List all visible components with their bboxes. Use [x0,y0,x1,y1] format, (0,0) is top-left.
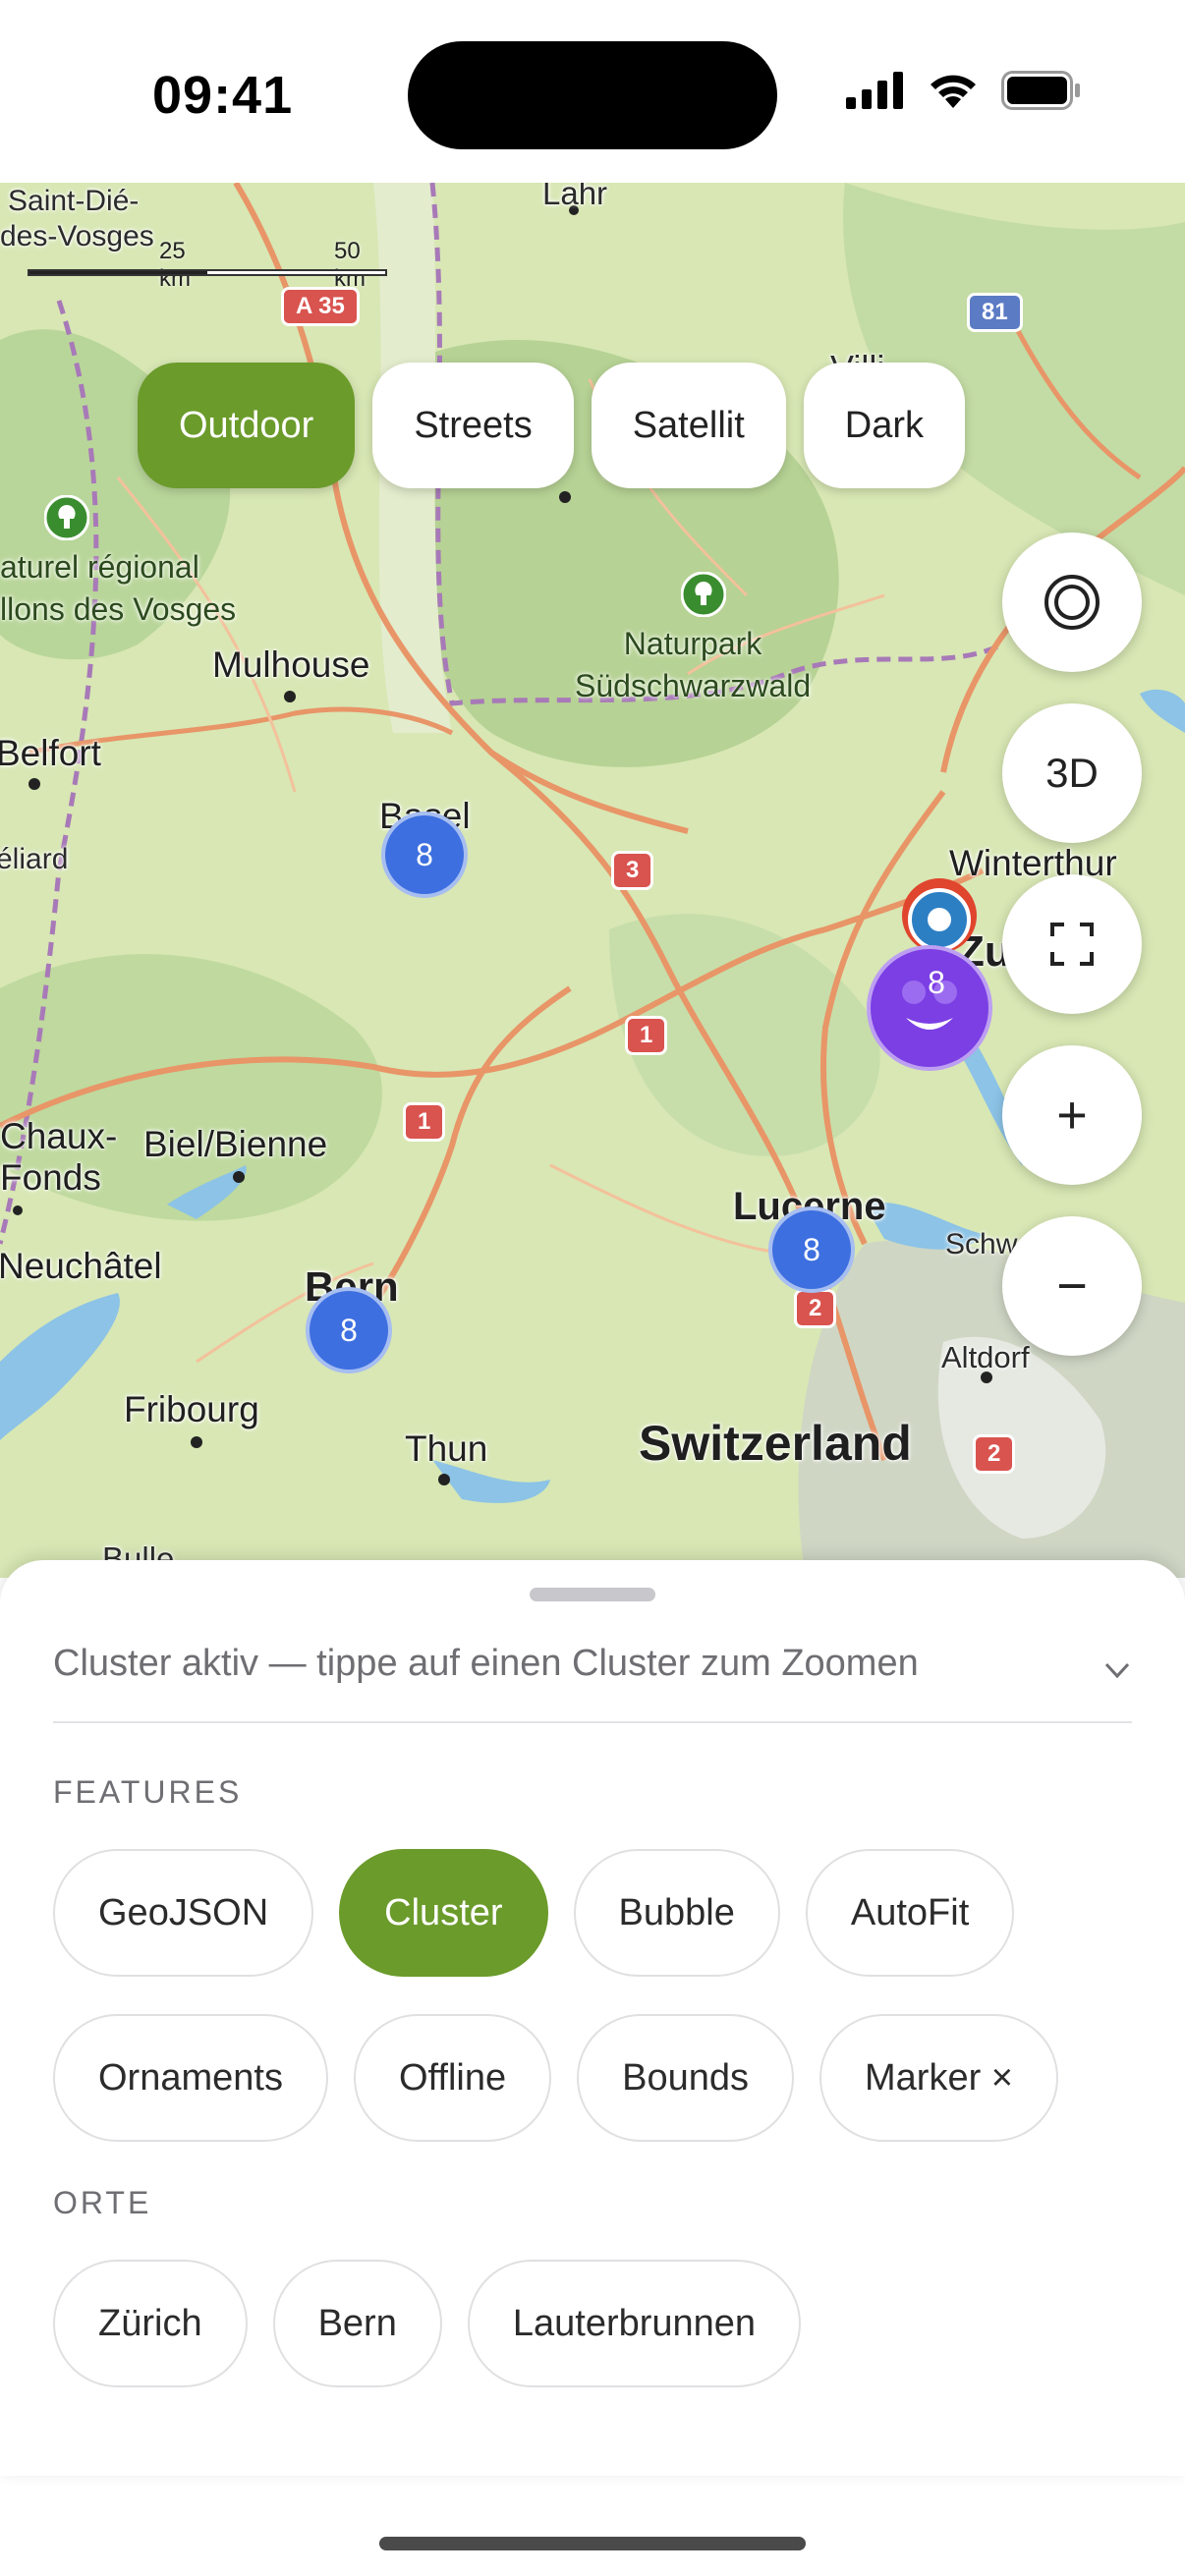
map-label-schw: Schw [945,1228,1018,1260]
user-location-marker[interactable] [908,888,971,951]
chip-place-lauterbrunnen[interactable]: Lauterbrunnen [467,2260,802,2387]
map-label-neuchatel: Neuchâtel [0,1246,162,1286]
sheet-grabber[interactable] [530,1588,655,1601]
chip-bubble[interactable]: Bubble [573,1849,780,1977]
cluster-marker-lucerne[interactable]: 8 [768,1206,855,1293]
map-label-naturpark: Naturpark Südschwarzwald [575,623,811,707]
park-label-line1: aturel régional [0,549,199,585]
road-shield-1: 1 [625,1016,668,1055]
road-shield-81: 81 [967,293,1023,332]
style-tab-satellit[interactable]: Satellit [591,363,786,488]
map-label-chaux: Chaux- Fonds [0,1116,117,1199]
chip-cluster[interactable]: Cluster [339,1849,548,1977]
zoom-in-button[interactable]: + [1002,1045,1142,1185]
park-icon [681,572,726,617]
park-label-line2: llons des Vosges [0,591,237,627]
cluster-marker-basel[interactable]: 8 [381,812,468,898]
places-section-title: ORTE [53,2185,152,2220]
chevron-down-icon[interactable] [1102,1658,1132,1682]
chip-place-bern[interactable]: Bern [272,2260,442,2387]
map-label-fribourg: Fribourg [124,1389,259,1429]
home-indicator [379,2537,806,2550]
style-tab-dark[interactable]: Dark [803,363,965,488]
features-row-1: GeoJSON Cluster Bubble AutoFit [53,1849,1015,1977]
scale-label-50: 50 km [334,238,366,292]
map-label-belfort: Belfort [0,733,101,773]
road-shield-2: 2 [794,1289,837,1328]
chip-geojson[interactable]: GeoJSON [53,1849,314,1977]
zoom-out-button[interactable]: − [1002,1216,1142,1356]
chip-ornaments[interactable]: Ornaments [53,2014,328,2142]
map-label-beliard: éliard [0,843,69,875]
scale-label-25: 25 km [159,238,191,292]
cluster-marker-zurich[interactable]: 8 [893,955,980,1010]
layers-button[interactable] [1002,532,1142,672]
three-d-button[interactable]: 3D [1002,703,1142,843]
map-label-biel: Biel/Bienne [143,1124,328,1164]
map-label-vosges-park: aturel régional llons des Vosges [0,546,236,631]
user-location-dot [928,908,951,931]
park-icon [44,495,89,540]
bottom-sheet: Cluster aktiv — tippe auf einen Cluster … [0,1560,1185,2476]
map-view[interactable]: Saint-Dié- des-Vosges Lahr Villi ir au w… [0,183,1185,1578]
chip-marker[interactable]: Marker × [819,2014,1058,2142]
scale-bar-graphic [28,269,387,276]
map-label-thun: Thun [405,1428,488,1469]
dynamic-island [408,41,777,149]
places-row: Zürich Bern Lauterbrunnen [53,2260,802,2387]
status-time: 09:41 [152,66,294,125]
chip-offline[interactable]: Offline [353,2014,552,2142]
road-shield-1: 1 [403,1102,446,1142]
map-label-altdorf: Altdorf [941,1340,1030,1374]
hint-row[interactable]: Cluster aktiv — tippe auf einen Cluster … [53,1615,1132,1723]
road-shield-3: 3 [611,851,654,890]
battery-icon [1001,71,1080,110]
map-label-lahr: Lahr [542,183,608,211]
map-label-des-vosges: des-Vosges [0,220,154,252]
style-tab-outdoor[interactable]: Outdoor [138,363,356,488]
map-label-switzerland: Switzerland [639,1416,912,1471]
chip-autofit[interactable]: AutoFit [805,1849,1015,1977]
map-label-saint-die: Saint-Dié- [8,185,140,217]
cellular-signal-icon [846,72,903,109]
fullscreen-button[interactable] [1002,874,1142,1014]
screen: 09:41 Saint-Dié- des-Vosges Lahr aturel … [0,0,1185,2576]
park-label-line1: Naturpark [623,626,762,661]
map-style-tabs: Outdoor Streets Satellit Dark [138,363,965,488]
features-row-2: Ornaments Offline Bounds Marker × [53,2014,1058,2142]
cluster-marker-bern[interactable]: 8 [306,1287,392,1373]
fullscreen-icon [1050,923,1094,966]
road-shield-2: 2 [973,1434,1016,1474]
status-bar: 09:41 [0,0,1185,183]
label-line1: Chaux- [0,1116,118,1156]
layers-circle-icon [1044,575,1100,630]
wifi-icon [931,75,976,108]
park-label-line2: Südschwarzwald [575,668,812,703]
hint-text: Cluster aktiv — tippe auf einen Cluster … [53,1643,919,1684]
style-tab-streets[interactable]: Streets [372,363,574,488]
features-section-title: FEATURES [53,1774,243,1810]
map-label-mulhouse: Mulhouse [212,644,370,685]
chip-bounds[interactable]: Bounds [577,2014,794,2142]
chip-place-zurich[interactable]: Zürich [53,2260,248,2387]
road-shield-a35: A 35 [281,287,360,326]
label-line2: Fonds [0,1157,101,1198]
status-icons [846,71,1082,110]
